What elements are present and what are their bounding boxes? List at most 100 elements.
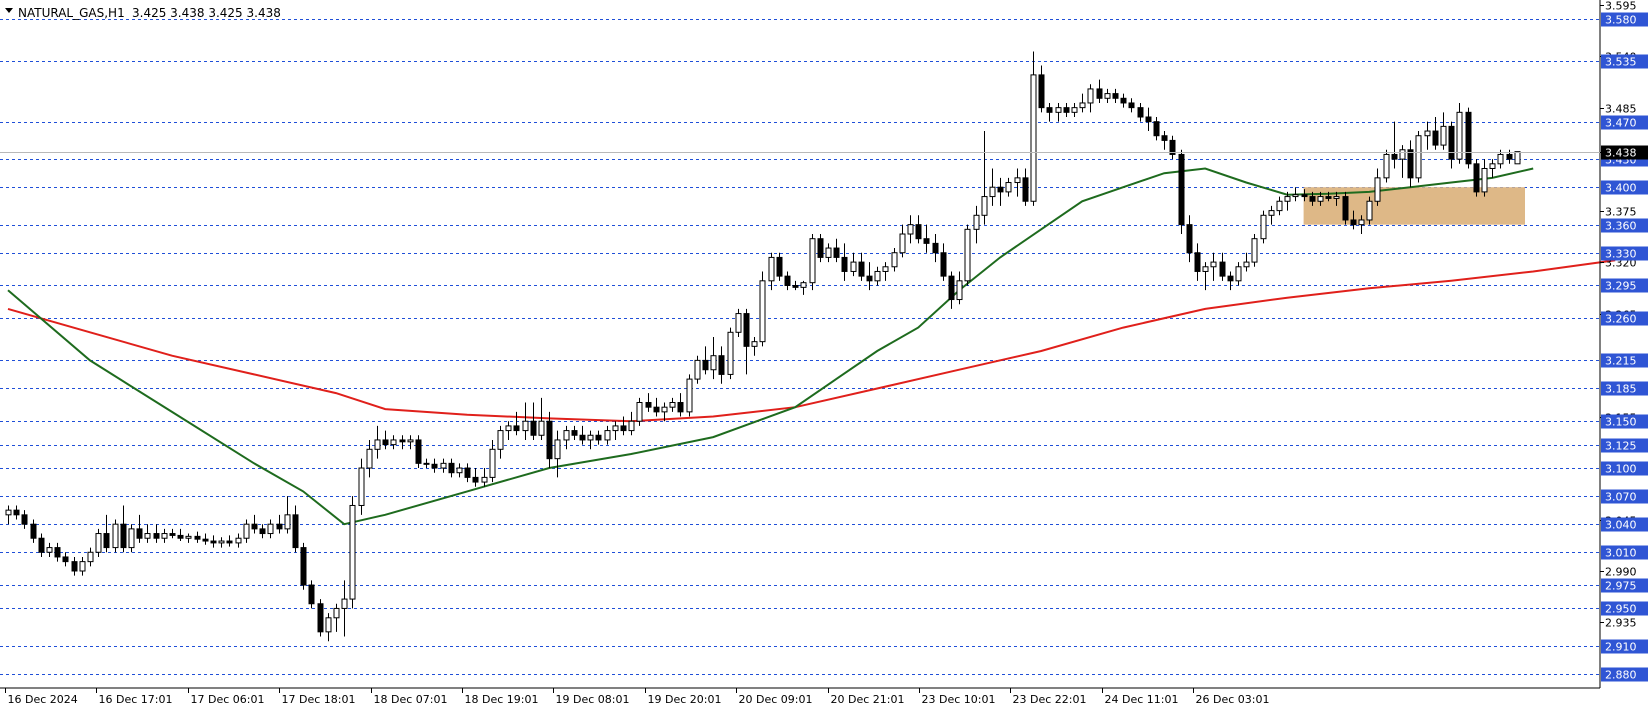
- candle[interactable]: [1473, 159, 1480, 197]
- candle[interactable]: [1456, 102, 1463, 164]
- candle[interactable]: [300, 542, 307, 590]
- x-tick-label: 20 Dec 21:01: [831, 693, 905, 706]
- candle[interactable]: [1251, 234, 1258, 267]
- candle[interactable]: [809, 234, 816, 291]
- candle[interactable]: [1342, 191, 1349, 225]
- candle[interactable]: [636, 397, 643, 426]
- candle-body-up: [800, 282, 807, 288]
- candle-body-up: [907, 224, 914, 235]
- candle-body-up: [981, 196, 988, 216]
- candle-body-up: [1014, 177, 1021, 184]
- candle-body-down: [997, 186, 1004, 193]
- candle-body-up: [407, 439, 414, 443]
- candle-body-up: [669, 402, 676, 408]
- level-label: 3.150: [1605, 416, 1637, 429]
- candle-body-down: [1186, 224, 1193, 254]
- level-label: 3.330: [1605, 248, 1637, 261]
- candle[interactable]: [317, 599, 324, 637]
- candle-body-up: [759, 280, 766, 343]
- candle[interactable]: [735, 308, 742, 337]
- candle-body-down: [702, 359, 709, 371]
- candle-body-up: [661, 406, 668, 413]
- candle-body-up: [497, 430, 504, 450]
- candle-body-down: [38, 537, 45, 553]
- candle-body-up: [1424, 130, 1431, 137]
- candle-body-down: [1096, 88, 1103, 99]
- candle-body-down: [1112, 93, 1119, 99]
- candle[interactable]: [817, 234, 824, 263]
- x-tick-label: 23 Dec 22:01: [1013, 693, 1087, 706]
- candle[interactable]: [759, 271, 766, 347]
- candle[interactable]: [349, 496, 356, 609]
- candle-body-down: [1473, 163, 1480, 193]
- candle-body-up: [850, 261, 857, 272]
- candle-body-up: [144, 533, 151, 539]
- candle-body-down: [940, 252, 947, 277]
- candle-body-down: [308, 584, 315, 605]
- x-tick-label: 18 Dec 07:01: [374, 693, 448, 706]
- price-chart[interactable]: 3.5953.5403.4853.4383.3753.3203.2653.155…: [0, 0, 1651, 706]
- candle-body-up: [1268, 210, 1275, 216]
- candle-body-down: [784, 275, 791, 286]
- x-tick-label: 19 Dec 08:01: [556, 693, 630, 706]
- candle[interactable]: [1465, 107, 1472, 169]
- candle[interactable]: [1514, 151, 1521, 165]
- candle-body-down: [1128, 102, 1135, 109]
- candle-body-down: [276, 523, 283, 530]
- candle[interactable]: [1366, 196, 1373, 225]
- candle[interactable]: [415, 435, 422, 469]
- candle-body-down: [54, 547, 61, 558]
- candle-body-down: [202, 538, 209, 542]
- candle[interactable]: [694, 355, 701, 384]
- candle[interactable]: [128, 524, 135, 553]
- candle-body-up: [1284, 196, 1291, 202]
- candle[interactable]: [112, 519, 119, 553]
- candle-body-up: [1440, 125, 1447, 146]
- candle[interactable]: [776, 252, 783, 281]
- candle-body-down: [1448, 125, 1455, 160]
- candle-body-down: [858, 261, 865, 277]
- candle-body-up: [1333, 196, 1340, 199]
- ohlc-label: 3.425 3.438 3.425 3.438: [132, 6, 281, 20]
- candle-body-down: [423, 462, 430, 465]
- candle[interactable]: [964, 224, 971, 286]
- candle-body-down: [923, 238, 930, 244]
- candle-body-down: [1137, 107, 1144, 118]
- candle-body-up: [612, 425, 619, 432]
- candle-body-up: [1260, 214, 1267, 240]
- candle-body-up: [1071, 107, 1078, 113]
- candle-body-down: [817, 238, 824, 258]
- level-label: 3.125: [1605, 440, 1637, 453]
- candle[interactable]: [1260, 210, 1267, 244]
- candle-body-up: [1005, 182, 1012, 193]
- candle-body-up: [964, 228, 971, 282]
- candle[interactable]: [1383, 149, 1390, 183]
- candle[interactable]: [686, 374, 693, 417]
- candle-body-down: [120, 523, 127, 549]
- candle-body-down: [1153, 121, 1160, 137]
- candle-body-down: [841, 256, 848, 272]
- level-label: 3.040: [1605, 519, 1637, 532]
- candle[interactable]: [95, 528, 102, 557]
- candle-body-up: [456, 467, 463, 474]
- candle[interactable]: [1415, 131, 1422, 183]
- candle-body-up: [1374, 177, 1381, 202]
- candle-body-down: [1391, 153, 1398, 160]
- candle-body-up: [1235, 266, 1242, 282]
- candle-body-up: [1317, 196, 1324, 202]
- candle-body-down: [571, 430, 578, 436]
- candle[interactable]: [1030, 51, 1037, 206]
- candle-body-down: [1219, 261, 1226, 277]
- candle-body-down: [743, 313, 750, 347]
- candle-body-up: [956, 280, 963, 301]
- candle[interactable]: [727, 327, 734, 380]
- candle[interactable]: [308, 580, 315, 609]
- candle-body-up: [874, 270, 881, 282]
- candle-body-down: [1506, 153, 1513, 160]
- candle-body-down: [1161, 135, 1168, 141]
- level-label: 2.910: [1605, 641, 1637, 654]
- level-label: 3.010: [1605, 547, 1637, 560]
- candle-body-up: [1030, 74, 1037, 202]
- candle-body-up: [1251, 238, 1258, 263]
- candle[interactable]: [1178, 149, 1185, 235]
